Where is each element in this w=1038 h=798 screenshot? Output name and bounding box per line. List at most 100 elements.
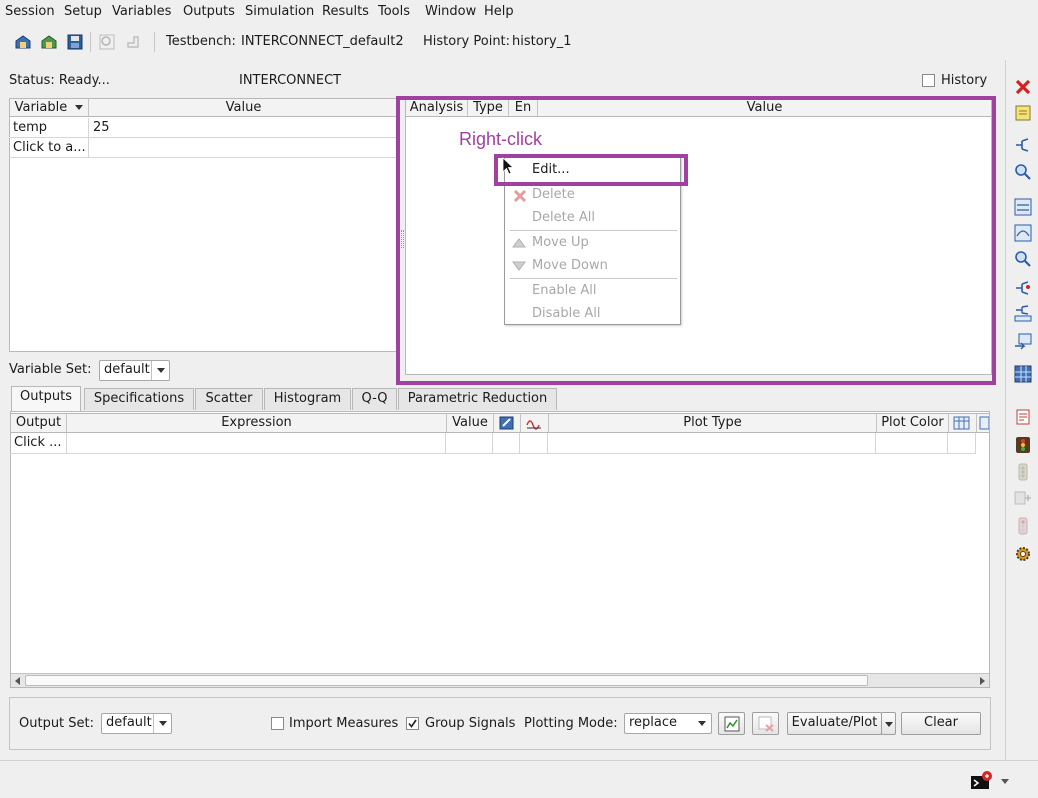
plot-type-column-header[interactable]: Plot Type xyxy=(549,414,877,432)
variable-set-select[interactable]: default xyxy=(99,360,170,381)
menu-outputs[interactable]: Outputs xyxy=(183,4,235,19)
column-icon xyxy=(979,416,989,430)
menu-setup[interactable]: Setup xyxy=(64,4,102,19)
table-config-cell[interactable] xyxy=(948,433,976,454)
save-state-icon[interactable] xyxy=(66,33,84,51)
menu-help[interactable]: Help xyxy=(484,4,514,19)
chevron-down-icon xyxy=(693,714,711,733)
note-icon[interactable] xyxy=(1014,104,1032,122)
import-measures-checkbox[interactable] xyxy=(271,717,284,730)
menu-window[interactable]: Window xyxy=(425,4,476,19)
annotate-icon[interactable] xyxy=(1014,332,1032,350)
terminal-icon[interactable] xyxy=(970,771,996,791)
evaluate-plot-dropdown[interactable] xyxy=(881,712,896,735)
context-menu-enable-all[interactable]: Enable All xyxy=(505,280,680,302)
toolbar-separator xyxy=(154,32,155,52)
value-cell[interactable] xyxy=(446,433,493,454)
mouse-cursor-icon xyxy=(502,157,515,175)
sweep-icon[interactable] xyxy=(1014,224,1032,242)
add-variable-cell[interactable]: Click to a... xyxy=(9,138,89,158)
context-menu-move-down[interactable]: Move Down xyxy=(505,255,680,277)
plot-color-cell[interactable] xyxy=(876,433,948,454)
open-session-icon[interactable] xyxy=(14,33,32,51)
stop-icon[interactable] xyxy=(1014,517,1032,535)
context-menu-delete-all[interactable]: Delete All xyxy=(505,207,680,229)
horizontal-scrollbar[interactable] xyxy=(11,673,989,687)
evaluate-plot-button[interactable]: Evaluate/Plot xyxy=(787,712,882,735)
value-cell[interactable] xyxy=(89,138,397,158)
group-signals-checkbox[interactable] xyxy=(406,717,419,730)
add-output-cell[interactable]: Click ... xyxy=(10,433,67,454)
context-menu-move-up[interactable]: Move Up xyxy=(505,232,680,254)
tab-outputs[interactable]: Outputs xyxy=(11,386,81,411)
back-icon[interactable] xyxy=(124,33,142,51)
close-icon[interactable] xyxy=(1014,78,1032,96)
waveform-cell[interactable] xyxy=(520,433,548,454)
tab-q-q[interactable]: Q-Q xyxy=(352,388,397,410)
menu-tools[interactable]: Tools xyxy=(378,4,410,19)
edit-column-header[interactable] xyxy=(494,414,521,432)
zoom-icon[interactable] xyxy=(1014,163,1032,181)
chevron-down-icon[interactable] xyxy=(1000,778,1010,786)
output-set-select[interactable]: default xyxy=(101,713,172,734)
menu-session[interactable]: Session xyxy=(5,4,55,19)
model-icon[interactable] xyxy=(1014,304,1032,322)
zoom-icon[interactable] xyxy=(1014,250,1032,268)
plot-color-column-header[interactable]: Plot Color xyxy=(877,414,949,432)
schematic-icon[interactable] xyxy=(1014,136,1032,154)
variable-set-label: Variable Set: xyxy=(9,362,92,377)
value-cell[interactable]: 25 xyxy=(89,118,397,138)
output-column-header[interactable]: Output xyxy=(11,414,67,432)
toolbar-separator xyxy=(90,32,91,52)
clear-button[interactable]: Clear xyxy=(901,712,981,735)
context-menu-delete[interactable]: Delete xyxy=(505,184,680,206)
tab-histogram[interactable]: Histogram xyxy=(264,388,351,410)
waveform-column-header[interactable] xyxy=(521,414,549,432)
gear-icon[interactable] xyxy=(1014,545,1032,563)
menu-simulation[interactable]: Simulation xyxy=(245,4,314,19)
tab-scatter[interactable]: Scatter xyxy=(195,388,263,410)
menu-results[interactable]: Results xyxy=(322,4,369,19)
edit-highlight-frame xyxy=(494,154,688,186)
context-menu-separator xyxy=(510,230,677,231)
plotting-mode-value: replace xyxy=(629,715,678,730)
expression-column-header[interactable]: Expression xyxy=(67,414,447,432)
context-menu-disable-all[interactable]: Disable All xyxy=(505,303,680,325)
more-column-header[interactable] xyxy=(977,414,989,432)
tab-specifications[interactable]: Specifications xyxy=(84,388,194,410)
plot-icon xyxy=(724,716,740,732)
context-menu-separator xyxy=(510,278,677,279)
plot-type-cell[interactable] xyxy=(548,433,876,454)
history-point-label: History Point: xyxy=(423,34,511,49)
plotting-mode-select[interactable]: replace xyxy=(624,713,712,734)
scrollbar-thumb[interactable] xyxy=(25,675,868,686)
expression-cell[interactable] xyxy=(67,433,446,454)
delete-plot-button[interactable] xyxy=(752,712,779,735)
value-column-header[interactable]: Value xyxy=(89,99,398,116)
scroll-right-icon[interactable] xyxy=(977,676,987,686)
netlist-icon[interactable] xyxy=(1014,463,1032,481)
testbench-label: Testbench: xyxy=(166,34,236,49)
tab-parametric-reduction[interactable]: Parametric Reduction xyxy=(398,388,557,410)
sort-down-icon xyxy=(75,105,84,110)
edit-cell[interactable] xyxy=(493,433,520,454)
grid-icon[interactable] xyxy=(1014,365,1032,383)
variable-column-header[interactable]: Variable xyxy=(10,99,89,116)
load-state-icon[interactable] xyxy=(40,33,58,51)
history-checkbox[interactable] xyxy=(922,74,935,87)
value-column-header[interactable]: Value xyxy=(447,414,494,432)
variable-cell[interactable]: temp xyxy=(9,118,89,138)
probe-icon[interactable] xyxy=(1014,278,1032,296)
zoom-icon[interactable] xyxy=(98,33,116,51)
group-signals-label: Group Signals xyxy=(425,716,516,731)
history-checkbox-label: History xyxy=(941,73,988,88)
tran-icon[interactable] xyxy=(1014,198,1032,216)
table-config-column-header[interactable] xyxy=(949,414,977,432)
step-icon[interactable] xyxy=(1014,490,1032,508)
menu-variables[interactable]: Variables xyxy=(112,4,171,19)
results-icon[interactable] xyxy=(1014,408,1032,426)
scroll-left-icon[interactable] xyxy=(13,676,23,686)
plotting-mode-label: Plotting Mode: xyxy=(524,716,618,731)
plot-results-button[interactable] xyxy=(718,712,745,735)
signal-icon[interactable] xyxy=(1014,436,1032,454)
